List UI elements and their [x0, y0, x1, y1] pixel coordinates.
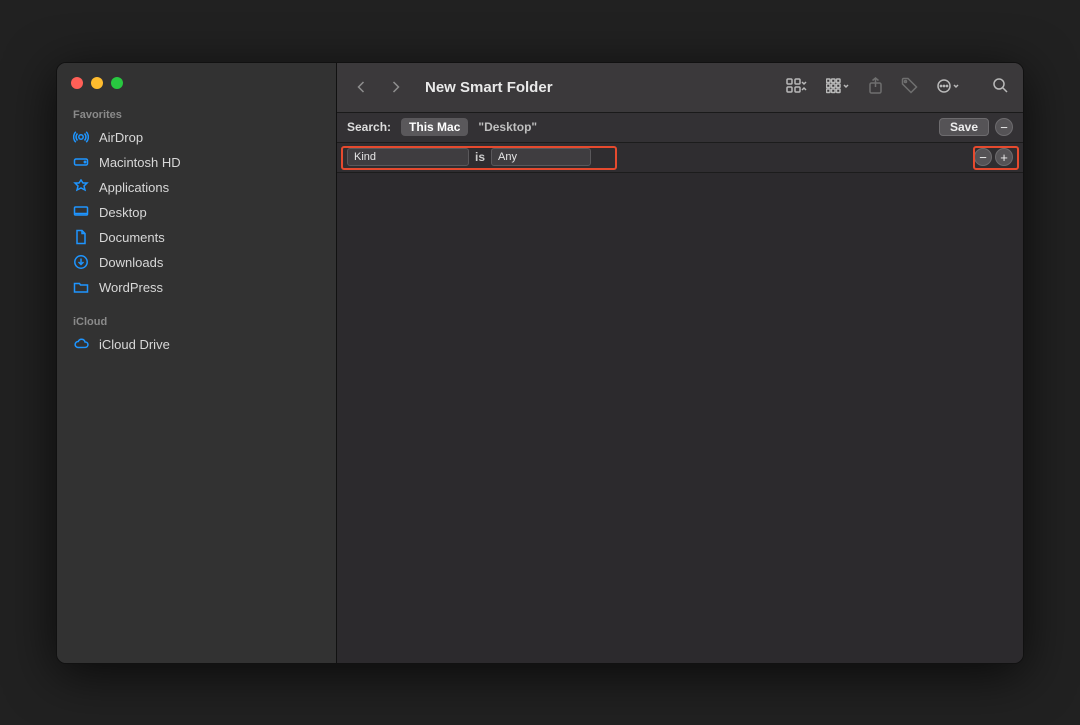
minimize-window-button[interactable] — [91, 77, 103, 89]
toolbar: New Smart Folder — [337, 63, 1023, 113]
search-label: Search: — [347, 120, 391, 134]
view-icons-button[interactable] — [786, 78, 808, 97]
criteria-operator: is — [475, 150, 485, 164]
criteria-attribute-dropdown[interactable]: Kind — [347, 148, 469, 166]
sidebar-item-desktop[interactable]: Desktop — [57, 200, 336, 225]
search-scope-bar: Search: This Mac "Desktop" Save − — [337, 113, 1023, 143]
folder-icon — [73, 279, 89, 295]
criteria-row: Kind is Any − + — [337, 143, 1023, 173]
cloud-icon — [73, 336, 89, 352]
back-button[interactable] — [351, 77, 371, 97]
sidebar-item-documents[interactable]: Documents — [57, 225, 336, 250]
criteria-add-button[interactable]: + — [995, 148, 1013, 166]
toolbar-right — [786, 77, 1009, 98]
scope-this-mac[interactable]: This Mac — [401, 118, 468, 136]
sidebar-item-applications[interactable]: Applications — [57, 175, 336, 200]
criteria-remove-button[interactable]: − — [974, 148, 992, 166]
sidebar-item-label: Documents — [99, 230, 165, 245]
download-icon — [73, 254, 89, 270]
sidebar-item-label: WordPress — [99, 280, 163, 295]
search-button[interactable] — [992, 77, 1009, 97]
results-area — [337, 173, 1023, 663]
sidebar-section-favorites: Favorites — [57, 103, 336, 125]
save-button[interactable]: Save — [939, 118, 989, 136]
tags-button[interactable] — [901, 77, 918, 97]
scope-desktop[interactable]: "Desktop" — [478, 120, 537, 134]
sidebar-item-label: Applications — [99, 180, 169, 195]
sidebar-item-macintosh-hd[interactable]: Macintosh HD — [57, 150, 336, 175]
close-window-button[interactable] — [71, 77, 83, 89]
sidebar-item-downloads[interactable]: Downloads — [57, 250, 336, 275]
group-by-button[interactable] — [826, 78, 850, 97]
action-button[interactable] — [936, 78, 962, 97]
share-button[interactable] — [868, 77, 883, 98]
apps-icon — [73, 179, 89, 195]
window-controls — [57, 73, 336, 103]
sidebar-item-label: Desktop — [99, 205, 147, 220]
sidebar-item-airdrop[interactable]: AirDrop — [57, 125, 336, 150]
forward-button[interactable] — [385, 77, 405, 97]
sidebar-item-label: AirDrop — [99, 130, 143, 145]
sidebar-item-icloud-drive[interactable]: iCloud Drive — [57, 332, 336, 357]
remove-search-button[interactable]: − — [995, 118, 1013, 136]
sidebar: Favorites AirDrop Macintosh HD Applicati… — [57, 63, 337, 663]
airdrop-icon — [73, 129, 89, 145]
desktop-icon — [73, 204, 89, 220]
zoom-window-button[interactable] — [111, 77, 123, 89]
sidebar-item-label: iCloud Drive — [99, 337, 170, 352]
window-title: New Smart Folder — [425, 79, 772, 96]
hdd-icon — [73, 154, 89, 170]
criteria-value-dropdown[interactable]: Any — [491, 148, 591, 166]
sidebar-item-wordpress[interactable]: WordPress — [57, 275, 336, 300]
doc-icon — [73, 229, 89, 245]
sidebar-item-label: Macintosh HD — [99, 155, 181, 170]
sidebar-item-label: Downloads — [99, 255, 163, 270]
content-area: New Smart Folder — [337, 63, 1023, 663]
finder-window: Favorites AirDrop Macintosh HD Applicati… — [56, 62, 1024, 664]
sidebar-section-icloud: iCloud — [57, 310, 336, 332]
